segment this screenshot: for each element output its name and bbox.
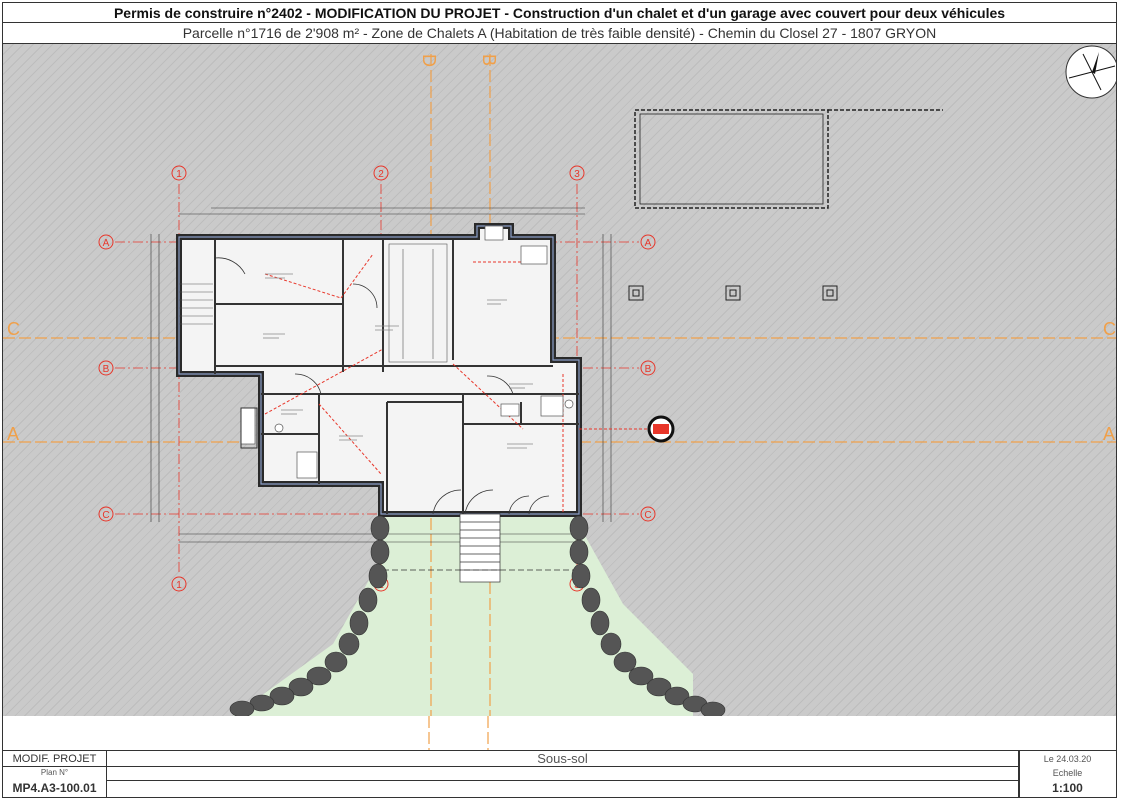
section-marker-icon: [647, 415, 675, 443]
section-a-left: A: [7, 424, 19, 444]
section-c-right: C: [1103, 319, 1116, 339]
modification-label: MODIF. PROJET: [3, 751, 107, 767]
garage-outline: [634, 109, 943, 209]
section-d-top: D: [419, 54, 439, 67]
svg-text:1: 1: [176, 580, 182, 591]
svg-text:C: C: [644, 510, 651, 521]
drawing-sheet: Permis de construire n°2402 - MODIFICATI…: [0, 0, 1121, 800]
section-a-right: A: [1103, 424, 1115, 444]
floor-plan-svg: C C A A D B D B: [3, 45, 1116, 749]
building-walls: [176, 223, 653, 517]
svg-text:A: A: [645, 238, 652, 249]
svg-text:1: 1: [176, 169, 182, 180]
plan-label: Plan N°: [3, 767, 107, 779]
svg-text:A: A: [103, 238, 110, 249]
pillar-markers: [628, 285, 838, 301]
svg-text:2: 2: [378, 169, 384, 180]
sheet-title: Permis de construire n°2402 - MODIFICATI…: [2, 2, 1117, 23]
title-block-row: [107, 781, 1019, 797]
floor-plan-area: C C A A D B D B: [2, 44, 1117, 750]
blank-strip: [2, 716, 1117, 750]
section-c-left: C: [7, 319, 20, 339]
svg-text:3: 3: [574, 169, 580, 180]
title-block: MODIF. PROJET Plan N° MP4.A3-100.01 Sous…: [2, 750, 1117, 798]
entry-steps: [459, 513, 501, 583]
plan-number: MP4.A3-100.01: [3, 779, 107, 797]
scale-value: 1:100: [1052, 781, 1083, 795]
title-block-row: [107, 767, 1019, 781]
svg-text:B: B: [103, 364, 110, 375]
plan-date: Le 24.03.20: [1043, 754, 1092, 764]
sheet-subtitle: Parcelle n°1716 de 2'908 m² - Zone de Ch…: [2, 23, 1117, 44]
scale-label: Echelle: [1052, 768, 1083, 778]
north-arrow-icon: [1065, 45, 1116, 99]
svg-text:C: C: [102, 510, 109, 521]
floor-name: Sous-sol: [107, 751, 1019, 767]
svg-text:B: B: [645, 364, 652, 375]
section-b-top: B: [479, 54, 499, 66]
